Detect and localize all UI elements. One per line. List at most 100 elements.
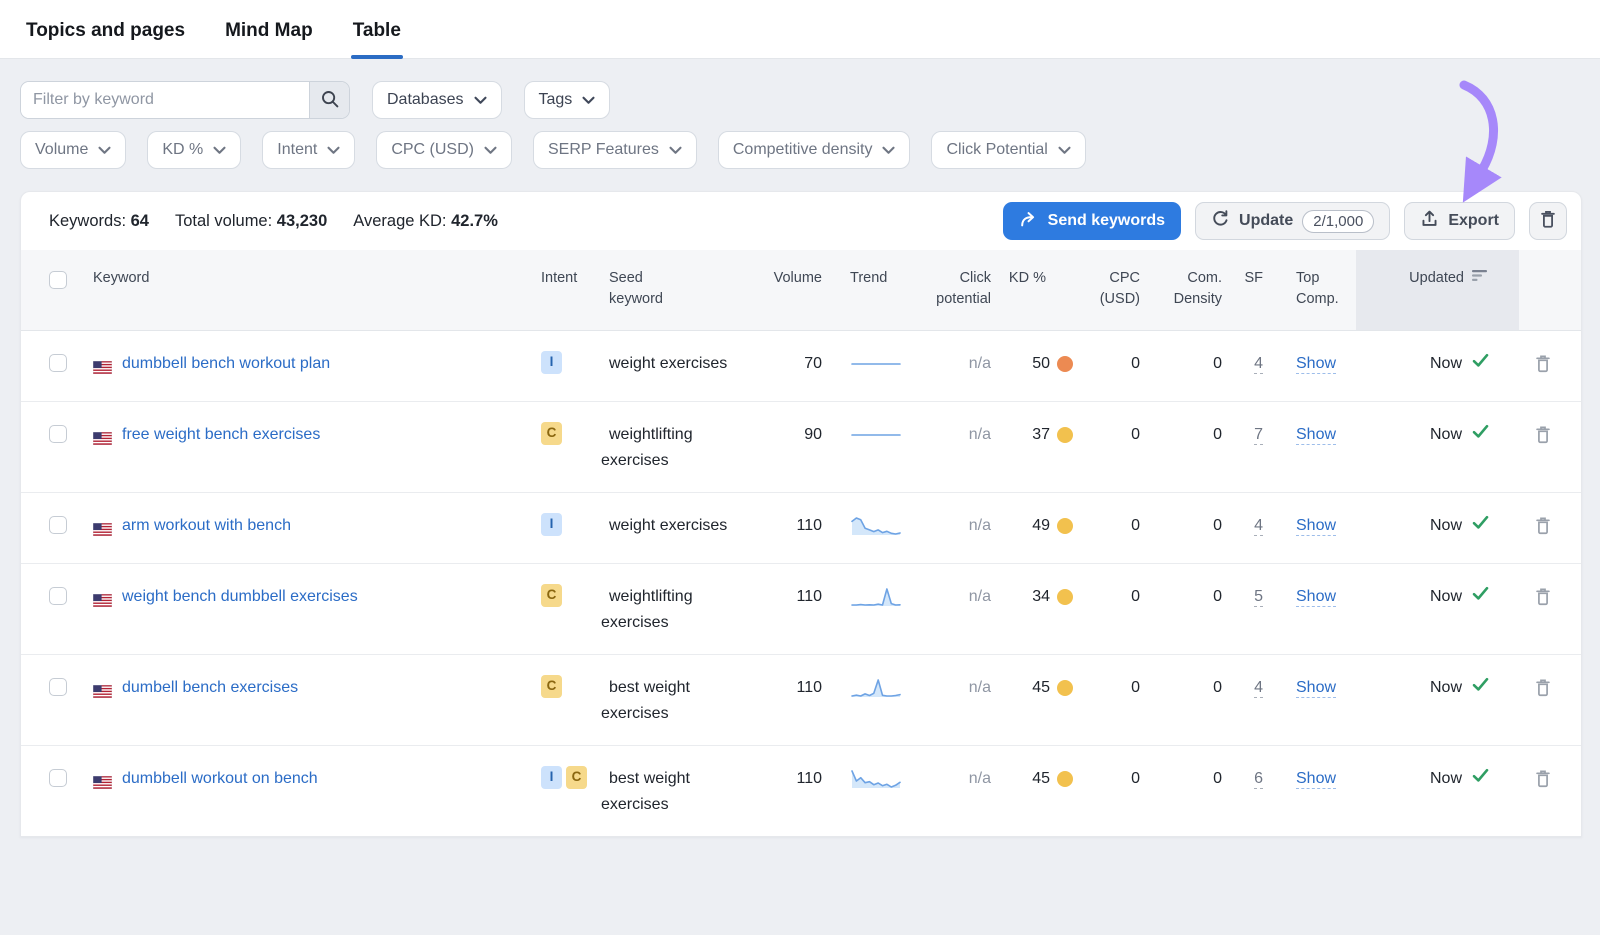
- filter-dropdown-intent[interactable]: Intent: [262, 131, 355, 169]
- volume-value: 70: [761, 330, 828, 401]
- filter-dropdown-volume[interactable]: Volume: [20, 131, 126, 169]
- column-header-volume[interactable]: Volume: [761, 250, 828, 330]
- kd-value: 49: [1032, 513, 1050, 539]
- delete-all-button[interactable]: [1529, 202, 1567, 240]
- row-checkbox[interactable]: [49, 354, 67, 372]
- seed-keyword: best weight exercises: [601, 679, 690, 722]
- sort-descending-icon: [1472, 268, 1489, 289]
- column-header-click-potential[interactable]: Clickpotential: [936, 250, 1001, 330]
- row-checkbox[interactable]: [49, 516, 67, 534]
- filter-dropdown-tags[interactable]: Tags: [524, 81, 611, 119]
- column-header-keyword[interactable]: Keyword: [77, 250, 531, 330]
- serp-features-count[interactable]: 5: [1254, 588, 1263, 607]
- trend-sparkline: [850, 776, 902, 793]
- cpc-value: 0: [1081, 330, 1146, 401]
- search-button[interactable]: [309, 82, 349, 118]
- intent-badge-c: C: [541, 675, 562, 698]
- delete-row-button[interactable]: [1533, 353, 1553, 383]
- table-header-row: KeywordIntentSeedkeywordVolumeTrendClick…: [21, 250, 1582, 330]
- serp-features-count[interactable]: 4: [1254, 355, 1263, 374]
- keyword-link[interactable]: free weight bench exercises: [122, 422, 320, 448]
- filter-dropdown-cpc-usd-[interactable]: CPC (USD): [376, 131, 512, 169]
- column-header-sf[interactable]: SF: [1228, 250, 1281, 330]
- row-checkbox[interactable]: [49, 769, 67, 787]
- column-header-cpc[interactable]: CPC(USD): [1081, 250, 1146, 330]
- keyword-link[interactable]: weight bench dumbbell exercises: [122, 584, 358, 610]
- keyword-link[interactable]: dumbbell workout on bench: [122, 766, 318, 792]
- kd-level-dot: [1057, 356, 1073, 372]
- update-button[interactable]: Update 2/1,000: [1195, 202, 1390, 240]
- serp-features-count[interactable]: 7: [1254, 426, 1263, 445]
- top-competitors-show-link[interactable]: Show: [1296, 355, 1336, 374]
- intent-badge-i: I: [541, 351, 562, 374]
- column-header-intent[interactable]: Intent: [531, 250, 601, 330]
- delete-row-button[interactable]: [1533, 768, 1553, 798]
- keyword-link[interactable]: dumbbell bench workout plan: [122, 351, 330, 377]
- trend-sparkline: [850, 432, 902, 449]
- cpc-value: 0: [1081, 401, 1146, 492]
- us-flag-icon: [93, 519, 112, 545]
- filter-dropdown-kd-[interactable]: KD %: [147, 131, 241, 169]
- updated-value: Now: [1430, 513, 1462, 539]
- top-competitors-show-link[interactable]: Show: [1296, 770, 1336, 789]
- com-density-value: 0: [1146, 492, 1228, 563]
- top-competitors-show-link[interactable]: Show: [1296, 588, 1336, 607]
- serp-features-count[interactable]: 4: [1254, 517, 1263, 536]
- keyword-link[interactable]: dumbell bench exercises: [122, 675, 298, 701]
- top-competitors-show-link[interactable]: Show: [1296, 679, 1336, 698]
- export-button[interactable]: Export: [1404, 202, 1515, 240]
- tab-mind-map[interactable]: Mind Map: [223, 20, 315, 58]
- column-header-seed[interactable]: Seedkeyword: [601, 250, 761, 330]
- filter-dropdown-click-potential[interactable]: Click Potential: [931, 131, 1085, 169]
- volume-value: 110: [761, 654, 828, 745]
- top-competitors-show-link[interactable]: Show: [1296, 517, 1336, 536]
- dropdown-label: SERP Features: [548, 141, 659, 159]
- column-header-kd[interactable]: KD %: [1001, 250, 1081, 330]
- column-header-top-comp[interactable]: TopComp.: [1281, 250, 1356, 330]
- delete-row-button[interactable]: [1533, 424, 1553, 454]
- delete-row-button[interactable]: [1533, 515, 1553, 545]
- tab-bar: Topics and pages Mind Map Table: [0, 0, 1600, 59]
- filter-dropdown-databases[interactable]: Databases: [372, 81, 502, 119]
- tab-table[interactable]: Table: [351, 20, 403, 58]
- delete-row-button[interactable]: [1533, 677, 1553, 707]
- dropdown-label: Intent: [277, 141, 317, 159]
- row-checkbox[interactable]: [49, 425, 67, 443]
- column-label: Updated: [1409, 268, 1464, 289]
- column-header-com-density[interactable]: Com.Density: [1146, 250, 1228, 330]
- table-row: arm workout with benchIweight exercises1…: [21, 492, 1582, 563]
- updated-value: Now: [1430, 422, 1462, 448]
- serp-features-count[interactable]: 6: [1254, 770, 1263, 789]
- select-all-checkbox[interactable]: [49, 271, 67, 289]
- filter-dropdown-serp-features[interactable]: SERP Features: [533, 131, 697, 169]
- row-checkbox[interactable]: [49, 678, 67, 696]
- search-input[interactable]: [21, 82, 309, 118]
- column-label: Clickpotential: [936, 270, 991, 307]
- kd-value: 50: [1032, 351, 1050, 377]
- volume-value: 90: [761, 401, 828, 492]
- keyword-link[interactable]: arm workout with bench: [122, 513, 291, 539]
- click-potential-value: n/a: [936, 492, 1001, 563]
- check-icon: [1472, 766, 1489, 792]
- chevron-down-icon: [582, 92, 595, 110]
- chevron-down-icon: [882, 142, 895, 160]
- check-icon: [1472, 351, 1489, 377]
- summary-stats: Keywords: 64 Total volume: 43,230 Averag…: [49, 212, 498, 231]
- column-header-trend[interactable]: Trend: [828, 250, 936, 330]
- com-density-value: 0: [1146, 745, 1228, 836]
- tab-topics-and-pages[interactable]: Topics and pages: [24, 20, 187, 58]
- row-checkbox[interactable]: [49, 587, 67, 605]
- serp-features-count[interactable]: 4: [1254, 679, 1263, 698]
- kd-value: 45: [1032, 766, 1050, 792]
- updated-value: Now: [1430, 675, 1462, 701]
- send-keywords-button[interactable]: Send keywords: [1003, 202, 1181, 240]
- delete-row-button[interactable]: [1533, 586, 1553, 616]
- column-header-updated[interactable]: Updated: [1356, 250, 1519, 330]
- top-competitors-show-link[interactable]: Show: [1296, 426, 1336, 445]
- send-arrow-icon: [1019, 209, 1039, 234]
- filter-dropdown-competitive-density[interactable]: Competitive density: [718, 131, 911, 169]
- cpc-value: 0: [1081, 563, 1146, 654]
- chevron-down-icon: [1058, 142, 1071, 160]
- cpc-value: 0: [1081, 745, 1146, 836]
- stat-total-volume: Total volume: 43,230: [175, 212, 327, 231]
